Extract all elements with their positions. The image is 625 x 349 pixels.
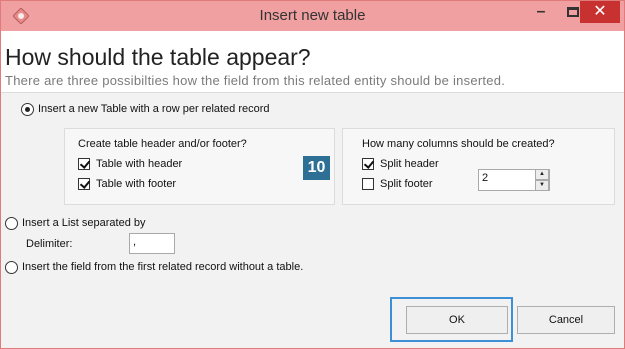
dialog-window: Insert new table – ✕ How should the tabl… [0, 0, 625, 349]
dialog-subheading: There are three possibilties how the fie… [5, 73, 506, 88]
split-header-checkbox[interactable] [362, 158, 374, 170]
columns-title: How many columns should be created? [362, 138, 555, 150]
delimiter-label: Delimiter: [26, 238, 73, 250]
radio-insert-field[interactable] [5, 261, 18, 274]
radio-insert-table-label[interactable]: Insert a new Table with a row per relate… [38, 103, 270, 115]
minimize-button[interactable]: – [527, 3, 555, 27]
step-badge: 10 [303, 156, 330, 180]
table-with-header-label[interactable]: Table with header [96, 158, 182, 170]
table-with-footer-label[interactable]: Table with footer [96, 178, 176, 190]
dialog-header: How should the table appear? There are t… [1, 31, 624, 93]
split-header-label[interactable]: Split header [380, 158, 439, 170]
spin-up-icon[interactable]: ▲ [535, 169, 549, 180]
maximize-icon [567, 7, 579, 17]
delimiter-input[interactable]: , [129, 233, 175, 254]
ok-button[interactable]: OK [406, 306, 508, 334]
cancel-button[interactable]: Cancel [517, 306, 615, 334]
split-footer-label[interactable]: Split footer [380, 178, 433, 190]
header-footer-panel: Create table header and/or footer? Table… [64, 128, 335, 205]
spin-down-icon[interactable]: ▼ [535, 180, 549, 191]
radio-insert-list[interactable] [5, 217, 18, 230]
split-footer-checkbox[interactable] [362, 178, 374, 190]
columns-panel: How many columns should be created? Spli… [342, 128, 615, 205]
close-button[interactable]: ✕ [580, 1, 620, 23]
radio-insert-field-label[interactable]: Insert the field from the first related … [22, 261, 303, 273]
radio-insert-list-label[interactable]: Insert a List separated by [22, 217, 146, 229]
table-with-footer-checkbox[interactable] [78, 178, 90, 190]
table-with-header-checkbox[interactable] [78, 158, 90, 170]
header-footer-title: Create table header and/or footer? [78, 138, 247, 150]
dialog-heading: How should the table appear? [5, 44, 311, 70]
title-bar[interactable]: Insert new table – ✕ [1, 1, 624, 31]
column-count-spinner[interactable]: ▲ ▼ [535, 169, 549, 191]
radio-insert-table[interactable] [21, 103, 34, 116]
